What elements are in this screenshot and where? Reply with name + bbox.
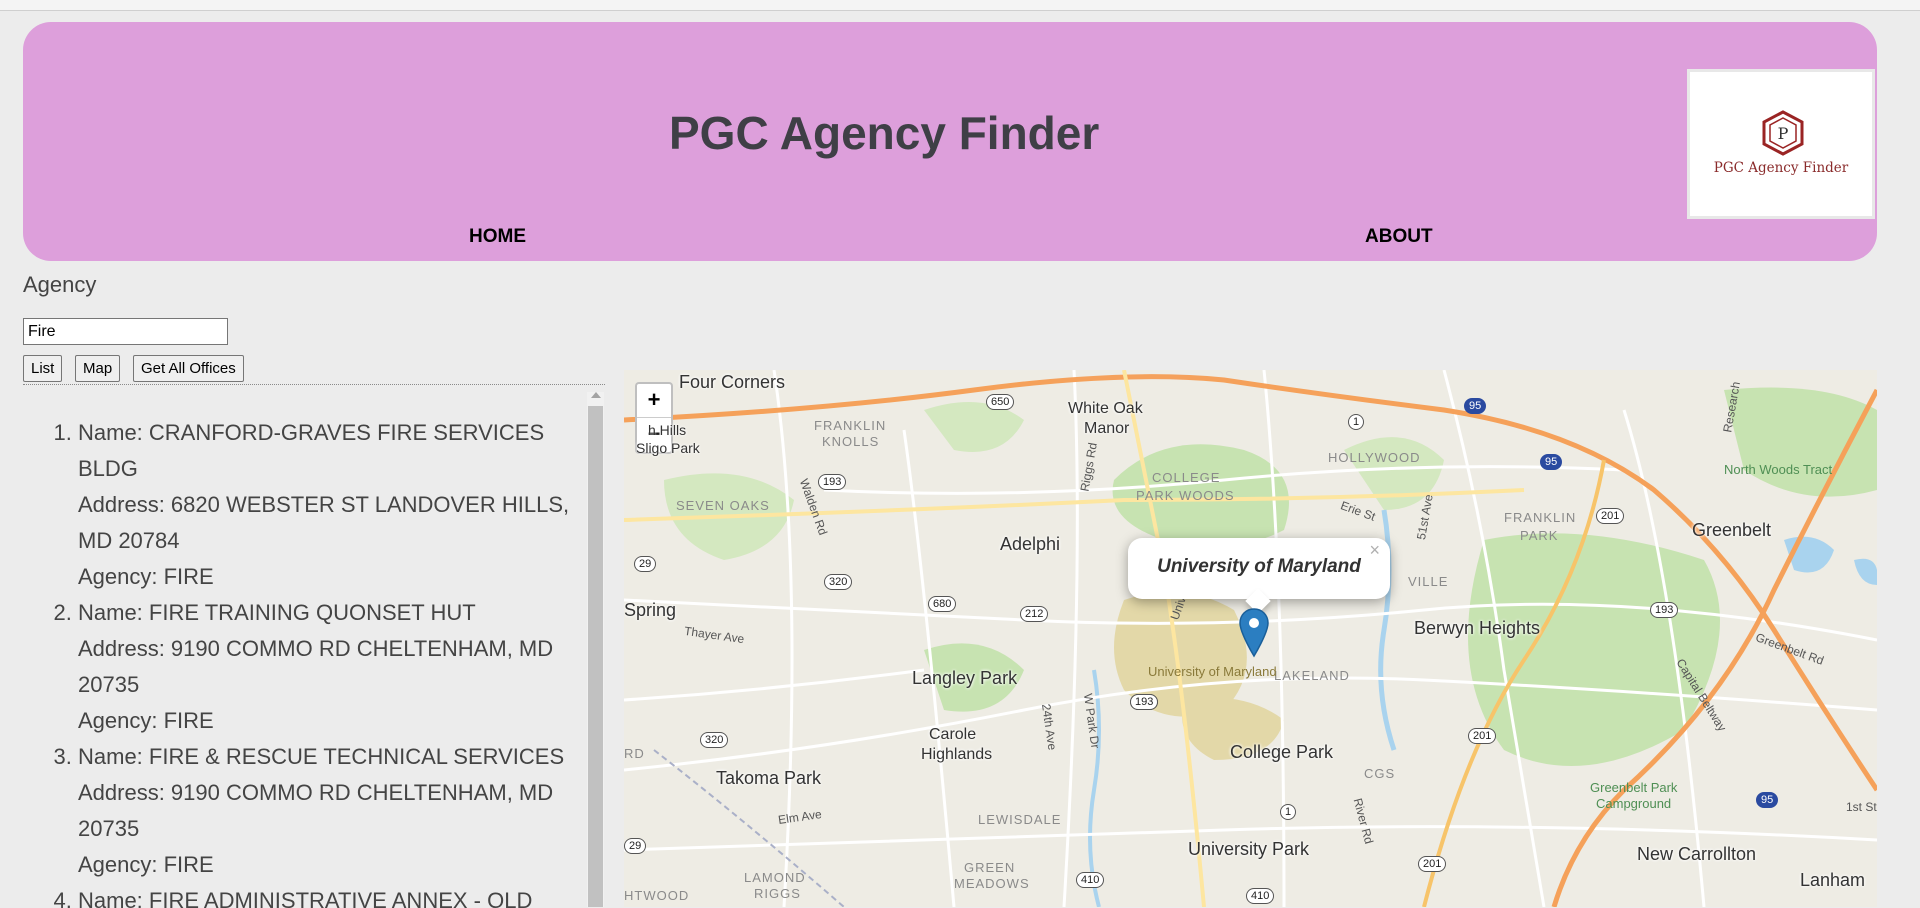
map-label-neighborhood: LAKELAND [1274, 668, 1350, 683]
map-marker-icon[interactable] [1239, 608, 1269, 658]
map-label-neighborhood: LEWISDALE [978, 812, 1062, 827]
agency-search-input[interactable] [23, 318, 228, 345]
result-name: Name: FIRE TRAINING QUONSET HUT [78, 600, 476, 625]
result-agency: Agency: FIRE [78, 852, 214, 877]
popup-close-button[interactable]: × [1369, 540, 1380, 561]
map-label-city: Langley Park [912, 668, 1018, 688]
route-shield: 320 [700, 732, 729, 748]
map-label-city: RD [624, 746, 645, 761]
logo-letter: P [1778, 124, 1789, 143]
map-label-city: h Hills [648, 422, 687, 438]
route-shield: 193 [1130, 694, 1159, 710]
route-shield: 95 [1464, 398, 1487, 414]
result-address: Address: 9190 COMMO RD CHELTENHAM, MD 20… [78, 636, 554, 697]
map-label-city: New Carrollton [1637, 844, 1757, 864]
scroll-up-arrow-icon[interactable] [591, 392, 601, 398]
route-shield: 410 [1246, 888, 1275, 904]
map-popup: University of Maryland × [1128, 538, 1390, 614]
map-label-neighborhood: FRANKLIN [814, 418, 887, 433]
result-address: Address: 9190 COMMO RD CHELTENHAM, MD 20… [78, 780, 554, 841]
map-label-poi: Greenbelt Park [1590, 780, 1678, 795]
route-shield: 193 [1650, 602, 1679, 618]
route-shield: 320 [824, 574, 853, 590]
map-label-city: Manor [1084, 420, 1130, 437]
route-shield: 95 [1540, 454, 1563, 470]
route-shield: 1 [1348, 414, 1365, 430]
zoom-in-button[interactable]: + [637, 384, 671, 418]
route-shield: 410 [1076, 872, 1105, 888]
map-label-city: Greenbelt [1692, 520, 1772, 540]
map-label-neighborhood: CGS [1364, 766, 1396, 781]
route-shield: 29 [634, 556, 657, 572]
route-shield: 201 [1418, 856, 1447, 872]
nav-home[interactable]: HOME [469, 226, 526, 248]
map-label-neighborhood: VILLE [1408, 574, 1449, 589]
map-label-city: Lanham [1800, 870, 1866, 890]
map-label-city: Sligo Park [636, 440, 700, 456]
map-label-city: Four Corners [679, 372, 786, 392]
route-shield: 212 [1020, 606, 1049, 622]
popup-text: University of Maryland [1157, 556, 1361, 577]
route-shield: 201 [1596, 508, 1625, 524]
site-header: PGC Agency Finder P PGC Agency Finder HO… [23, 22, 1877, 261]
map-label-neighborhood: FRANKLIN [1504, 510, 1577, 525]
map-label-city: College Park [1230, 742, 1334, 762]
logo-text: PGC Agency Finder [1713, 160, 1849, 176]
map-label-city: Berwyn Heights [1414, 618, 1541, 638]
page-title: PGC Agency Finder [669, 107, 1100, 159]
results-list[interactable]: Name: CRANFORD-GRAVES FIRE SERVICES BLDG… [23, 384, 605, 908]
map-label-city: White Oak [1068, 400, 1143, 417]
map-label-neighborhood: HOLLYWOOD [1328, 450, 1421, 465]
map-label-city: HTWOOD [624, 888, 690, 903]
list-item: Name: FIRE ADMINISTRATIVE ANNEX - OLD [78, 883, 598, 908]
map-label-city: Takoma Park [716, 768, 822, 788]
list-item: Name: FIRE & RESCUE TECHNICAL SERVICES A… [78, 739, 598, 883]
map-label-poi: University of Maryland [1148, 664, 1277, 679]
agency-label: Agency [23, 272, 97, 297]
map-label-neighborhood: PARK [1520, 528, 1559, 543]
route-shield: 193 [818, 474, 847, 490]
get-all-offices-button[interactable]: Get All Offices [133, 355, 244, 382]
map-label-neighborhood: GREEN [964, 860, 1016, 875]
map-label-city: Spring [624, 600, 677, 620]
list-item: Name: CRANFORD-GRAVES FIRE SERVICES BLDG… [78, 415, 598, 595]
result-agency: Agency: FIRE [78, 708, 214, 733]
result-name: Name: CRANFORD-GRAVES FIRE SERVICES BLDG [78, 420, 545, 481]
browser-top-edge [0, 0, 1920, 11]
map-label-city: Carole [929, 726, 977, 743]
map-label-city: University Park [1188, 839, 1310, 859]
result-name: Name: FIRE ADMINISTRATIVE ANNEX - OLD [78, 888, 533, 908]
map-button[interactable]: Map [75, 355, 121, 382]
results-scrollbar[interactable] [587, 392, 604, 907]
route-shield: 1 [1280, 804, 1297, 820]
nav-about[interactable]: ABOUT [1365, 226, 1433, 248]
route-shield: 650 [986, 394, 1015, 410]
map-label-city: Highlands [921, 746, 993, 763]
map-label-neighborhood: PARK WOODS [1136, 488, 1235, 503]
map-label-neighborhood: COLLEGE [1152, 470, 1221, 485]
map-label-neighborhood: SEVEN OAKS [676, 498, 770, 513]
map-label-city: Adelphi [1000, 534, 1061, 554]
route-shield: 680 [928, 596, 957, 612]
scrollbar-thumb[interactable] [588, 406, 603, 907]
logo-hexagon-icon: P [1762, 110, 1804, 156]
map-label-poi: Campground [1596, 796, 1672, 811]
map-label-neighborhood: LAMOND [744, 870, 806, 885]
list-item: Name: FIRE TRAINING QUONSET HUT Address:… [78, 595, 598, 739]
route-shield: 201 [1468, 728, 1497, 744]
map-label-neighborhood: MEADOWS [954, 876, 1030, 891]
result-address: Address: 6820 WEBSTER ST LANDOVER HILLS,… [78, 492, 570, 553]
map-label-poi: North Woods Tract [1724, 462, 1833, 477]
route-shield: 95 [1756, 792, 1779, 808]
route-shield: 29 [624, 838, 647, 854]
site-logo: P PGC Agency Finder [1687, 69, 1875, 219]
map-label-neighborhood: KNOLLS [822, 434, 880, 449]
list-button[interactable]: List [23, 355, 63, 382]
result-agency: Agency: FIRE [78, 564, 214, 589]
map-label-street: 1st St [1846, 800, 1877, 814]
map-label-neighborhood: RIGGS [754, 886, 801, 901]
map-view[interactable]: + − Four Corners White Oak Manor Adelphi… [624, 370, 1877, 907]
result-name: Name: FIRE & RESCUE TECHNICAL SERVICES [78, 744, 565, 769]
